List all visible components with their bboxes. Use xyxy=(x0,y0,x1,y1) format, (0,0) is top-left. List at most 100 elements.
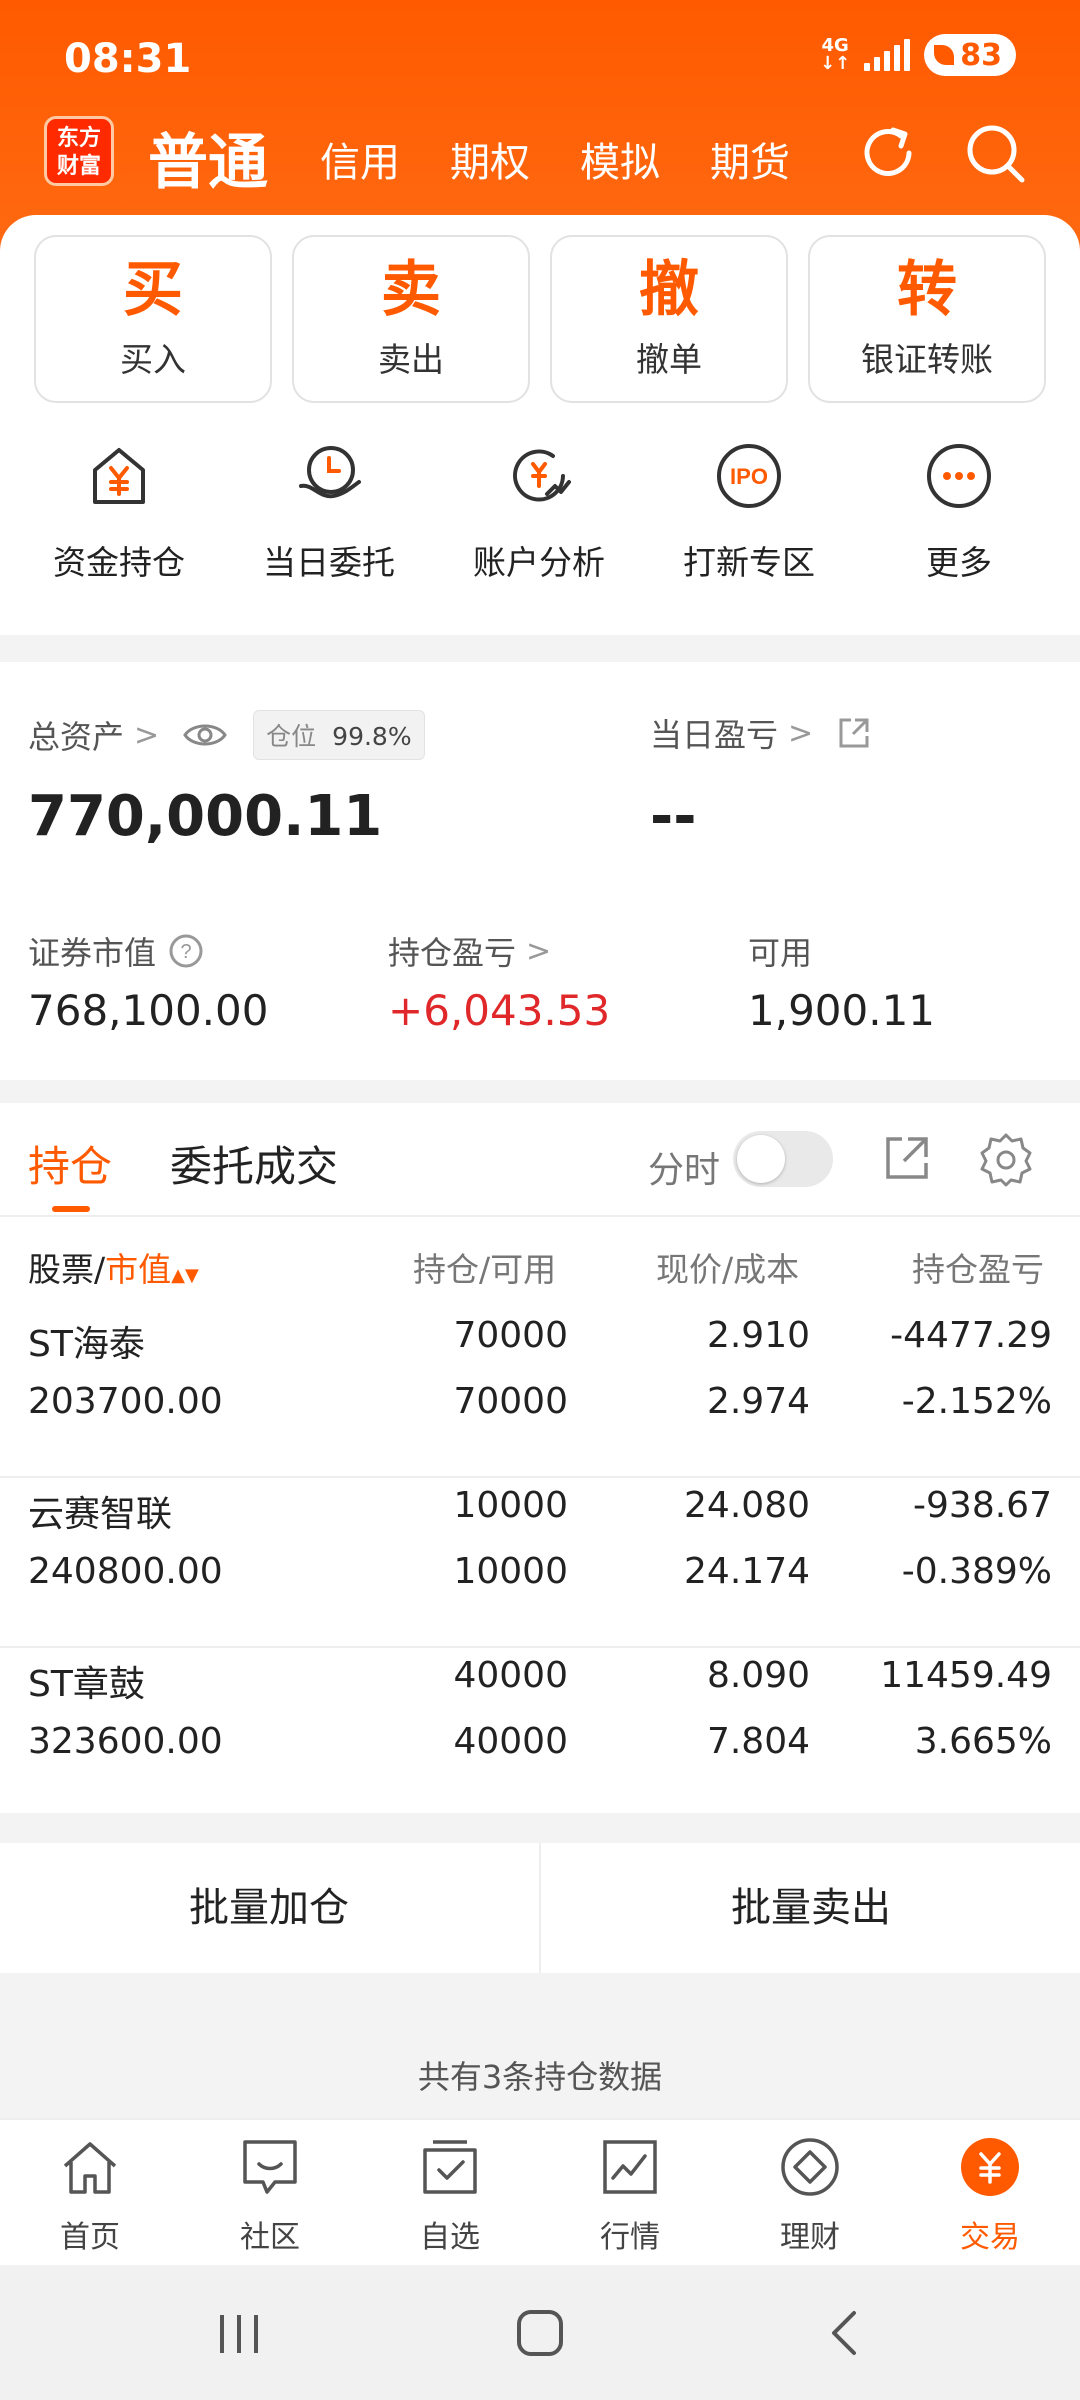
nav-trade[interactable]: 交易 xyxy=(900,2136,1080,2256)
col-stock-value[interactable]: 股票/市值▲▼ xyxy=(28,1243,199,1291)
total-assets-header[interactable]: 总资产 > 仓位 99.8% xyxy=(28,710,425,760)
ipo-icon: IPO xyxy=(717,444,781,508)
network-indicator: 4G ↓↑ xyxy=(820,35,851,74)
market-value-header: 证券市值 ? xyxy=(28,928,204,974)
help-icon[interactable]: ? xyxy=(168,933,204,969)
more-shortcut[interactable]: 更多 xyxy=(854,440,1064,584)
table-row[interactable]: ST章鼓 323600.00 40000 40000 8.090 7.804 1… xyxy=(0,1655,1080,1825)
eye-icon[interactable] xyxy=(183,720,227,750)
holding-pnl-value: +6,043.53 xyxy=(388,986,611,1035)
holding-pnl: 11459.49 xyxy=(880,1655,1052,1696)
holding-pnl: -4477.29 xyxy=(890,1315,1052,1356)
holding-qty: 40000 xyxy=(453,1655,568,1696)
holding-pnl-pct: -2.152% xyxy=(901,1381,1052,1422)
watchlist-icon xyxy=(423,2140,477,2194)
back-icon[interactable] xyxy=(820,2307,870,2359)
status-time: 08:31 xyxy=(64,36,192,82)
available-qty: 10000 xyxy=(453,1551,568,1592)
trade-yuan-icon xyxy=(961,2138,1019,2196)
refresh-icon[interactable] xyxy=(855,120,921,186)
daily-pnl-label: 当日盈亏 xyxy=(650,716,779,754)
batch-add-button[interactable]: 批量加仓 xyxy=(0,1843,538,1973)
current-price: 8.090 xyxy=(706,1655,810,1696)
funds-holdings-shortcut[interactable]: 资金持仓 xyxy=(14,440,224,584)
tab-futures[interactable]: 期货 xyxy=(710,130,790,188)
chevron-right-icon: > xyxy=(788,715,814,751)
tab-credit[interactable]: 信用 xyxy=(320,130,400,188)
tab-simulation[interactable]: 模拟 xyxy=(580,130,660,188)
nav-watchlist[interactable]: 自选 xyxy=(360,2136,540,2256)
trade-panel: 买 买入 卖 卖出 撤 撤单 转 银证转账 资金持仓 当日委托 账户分析 IPO… xyxy=(0,215,1080,635)
home-button-icon[interactable] xyxy=(514,2307,566,2359)
stock-market-value: 203700.00 xyxy=(28,1381,223,1422)
bottom-nav: 首页 社区 自选 行情 理财 交易 xyxy=(0,2118,1080,2265)
current-price: 2.910 xyxy=(706,1315,810,1356)
sell-button[interactable]: 卖 卖出 xyxy=(292,235,530,403)
buy-button[interactable]: 买 买入 xyxy=(34,235,272,403)
holdings-section: 持仓 委托成交 分时 股票/市值▲▼ 持仓/可用 现价/成本 持仓盈亏 ST海泰… xyxy=(0,1103,1080,1813)
bank-transfer-button[interactable]: 转 银证转账 xyxy=(808,235,1046,403)
assets-summary: 总资产 > 仓位 99.8% 770,000.11 当日盈亏 > -- 证券市值 … xyxy=(0,662,1080,1080)
holding-pnl: -938.67 xyxy=(913,1485,1052,1526)
tab-positions[interactable]: 持仓 xyxy=(28,1133,112,1194)
tab-orders-deals[interactable]: 委托成交 xyxy=(170,1133,338,1194)
table-row[interactable]: 云赛智联 240800.00 10000 10000 24.080 24.174… xyxy=(0,1485,1080,1655)
export-icon[interactable] xyxy=(882,1133,932,1183)
holding-qty: 70000 xyxy=(453,1315,568,1356)
tab-options[interactable]: 期权 xyxy=(450,130,530,188)
tab-normal[interactable]: 普通 xyxy=(148,114,268,201)
active-tab-indicator xyxy=(52,1206,90,1212)
available-qty: 40000 xyxy=(453,1721,568,1762)
market-value: 768,100.00 xyxy=(28,986,269,1035)
home-icon xyxy=(63,2142,117,2194)
status-bar: 08:31 4G ↓↑ 83 xyxy=(0,30,1080,90)
tab-divider xyxy=(0,1215,1080,1217)
account-analysis-shortcut[interactable]: 账户分析 xyxy=(434,440,644,584)
stock-market-value: 240800.00 xyxy=(28,1551,223,1592)
total-assets-label: 总资产 xyxy=(28,718,125,756)
nav-market[interactable]: 行情 xyxy=(540,2136,720,2256)
share-out-icon[interactable] xyxy=(837,716,871,750)
intraday-toggle[interactable] xyxy=(733,1131,833,1187)
holding-pnl-header[interactable]: 持仓盈亏 > xyxy=(388,928,551,974)
battery-indicator: 83 xyxy=(924,34,1016,76)
daily-pnl-header[interactable]: 当日盈亏 > xyxy=(650,710,871,756)
cost-price: 2.974 xyxy=(706,1381,810,1422)
batch-divider xyxy=(539,1843,541,1973)
system-nav-bar xyxy=(0,2265,1080,2400)
cancel-order-button[interactable]: 撤 撤单 xyxy=(550,235,788,403)
batch-sell-button[interactable]: 批量卖出 xyxy=(542,1843,1080,1973)
yuan-house-icon xyxy=(93,448,145,504)
chat-icon xyxy=(243,2140,297,2194)
settings-gear-icon[interactable] xyxy=(978,1131,1034,1187)
cost-price: 24.174 xyxy=(684,1551,810,1592)
col-qty-available: 持仓/可用 xyxy=(413,1250,557,1289)
col-price-cost: 现价/成本 xyxy=(656,1250,800,1289)
holding-pnl-label: 持仓盈亏 xyxy=(388,934,517,972)
row-divider xyxy=(0,1476,1080,1478)
holding-qty: 10000 xyxy=(453,1485,568,1526)
cost-price: 7.804 xyxy=(706,1721,810,1762)
total-assets-value: 770,000.11 xyxy=(28,784,383,849)
status-icons: 4G ↓↑ 83 xyxy=(820,34,1016,76)
charging-leaf-icon xyxy=(934,45,955,65)
app-logo[interactable]: 东方 财富 xyxy=(44,116,114,186)
ipo-zone-shortcut[interactable]: IPO 打新专区 xyxy=(644,440,854,584)
stock-market-value: 323600.00 xyxy=(28,1721,223,1762)
holding-pnl-pct: -0.389% xyxy=(901,1551,1052,1592)
account-type-nav: 东方 财富 普通 信用 期权 模拟 期货 xyxy=(0,110,1080,210)
nav-home[interactable]: 首页 xyxy=(0,2136,180,2256)
toggle-knob xyxy=(737,1135,785,1183)
chevron-right-icon: > xyxy=(134,717,160,753)
svg-text:?: ? xyxy=(180,941,191,963)
table-row[interactable]: ST海泰 203700.00 70000 70000 2.910 2.974 -… xyxy=(0,1315,1080,1485)
daily-pnl-value: -- xyxy=(650,784,697,849)
nav-community[interactable]: 社区 xyxy=(180,2136,360,2256)
search-icon[interactable] xyxy=(962,120,1028,186)
recent-apps-icon[interactable] xyxy=(214,2309,264,2359)
stock-name: ST章鼓 xyxy=(28,1664,145,1705)
available-label: 可用 xyxy=(748,934,813,972)
today-orders-shortcut[interactable]: 当日委托 xyxy=(224,440,434,584)
nav-wealth[interactable]: 理财 xyxy=(720,2136,900,2256)
batch-actions: 批量加仓 批量卖出 xyxy=(0,1843,1080,1973)
